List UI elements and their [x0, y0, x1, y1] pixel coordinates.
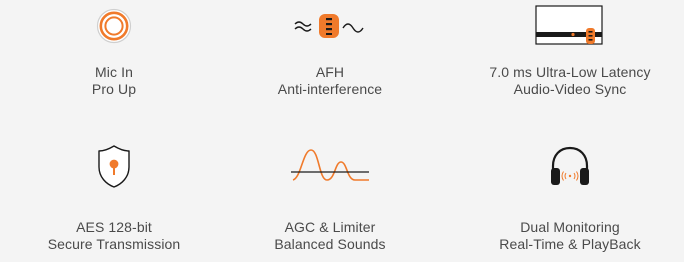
feature-subtitle: Real-Time & PlayBack	[499, 236, 641, 252]
feature-title: Dual Monitoring	[520, 219, 620, 235]
feature-label: AES 128-bit Secure Transmission	[0, 219, 228, 253]
feature-title: AFH	[315, 64, 345, 80]
low-latency-screen-icon	[456, 4, 684, 48]
anti-interference-mic-icon	[216, 4, 444, 48]
feature-title: 7.0 ms Ultra-Low Latency	[489, 64, 651, 80]
feature-label: Dual Monitoring Real-Time & PlayBack	[456, 219, 684, 253]
sound-wave-limiter-icon	[216, 144, 444, 188]
feature-label: AFH Anti-interference	[216, 64, 444, 98]
feature-title: Mic In	[95, 64, 133, 80]
feature-subtitle: Pro Up	[91, 81, 137, 97]
feature-title: AGC & Limiter	[284, 219, 376, 235]
feature-subtitle: Audio-Video Sync	[513, 81, 627, 97]
headphones-icon	[456, 144, 684, 188]
feature-grid: Mic In Pro Up AFH Anti-interference 7.0 …	[0, 0, 684, 262]
feature-subtitle: Balanced Sounds	[274, 236, 386, 252]
feature-subtitle: Anti-interference	[277, 81, 383, 97]
shield-lock-icon	[0, 144, 228, 188]
feature-title: AES 128-bit	[76, 219, 152, 235]
feature-label: Mic In Pro Up	[0, 64, 228, 98]
feature-label: 7.0 ms Ultra-Low Latency Audio-Video Syn…	[456, 64, 684, 98]
feature-label: AGC & Limiter Balanced Sounds	[216, 219, 444, 253]
feature-subtitle: Secure Transmission	[47, 236, 181, 252]
mic-in-ring-icon	[0, 4, 228, 48]
